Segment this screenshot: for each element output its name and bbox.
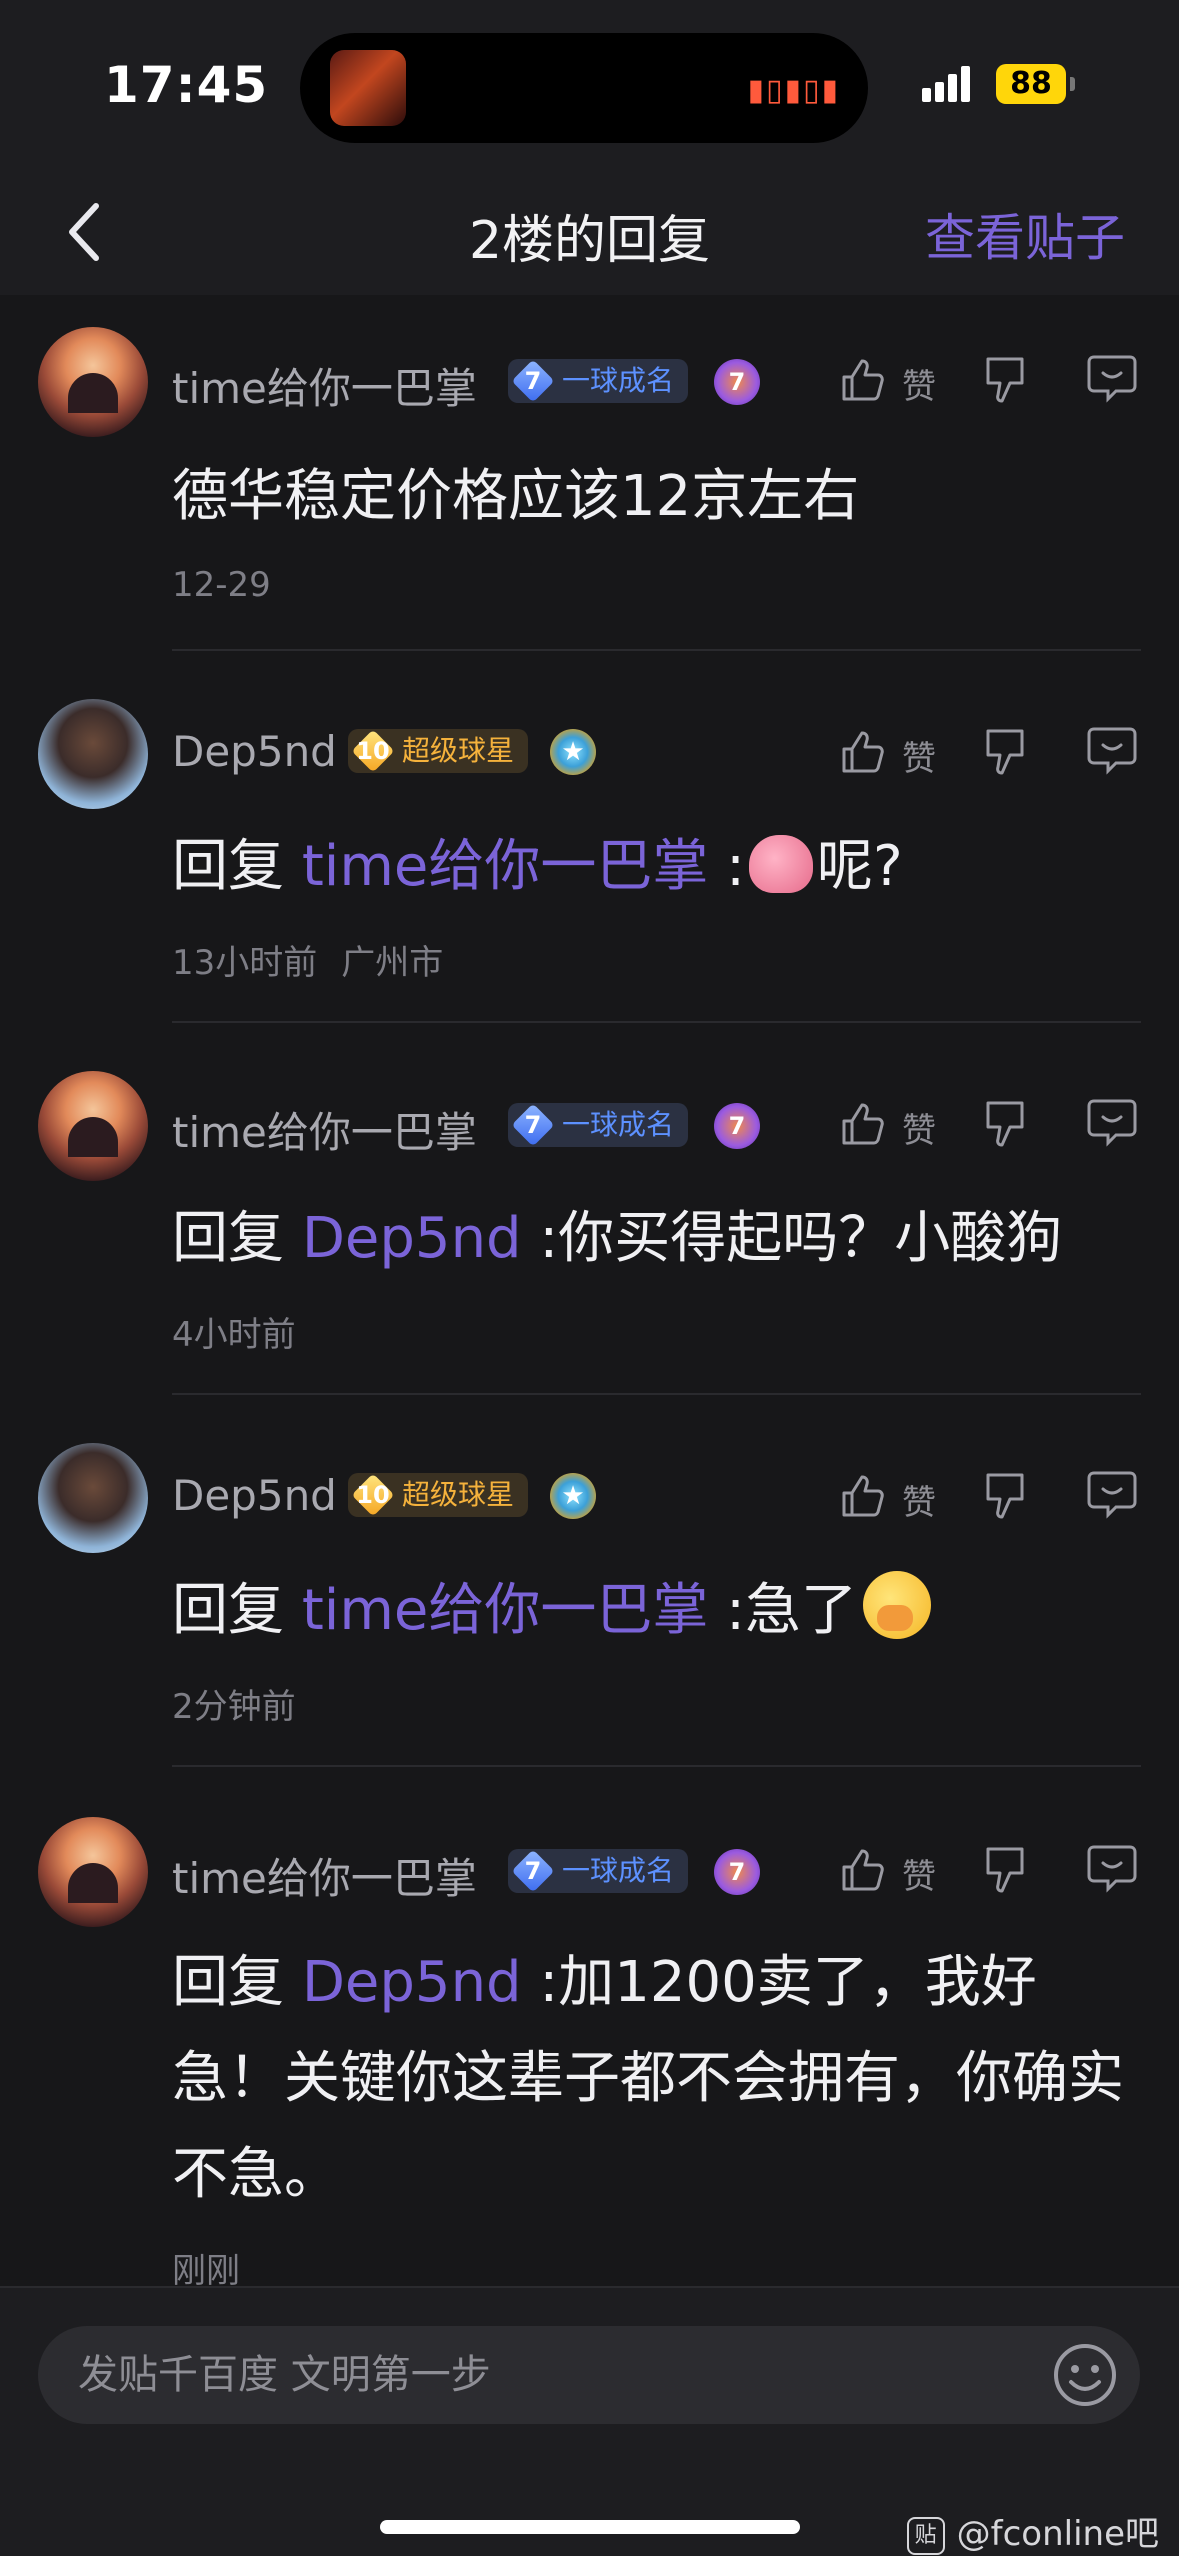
reply-time: 4小时前 bbox=[172, 1315, 296, 1355]
level-badge: 7 一球成名 bbox=[508, 1849, 689, 1893]
emoji-smile-icon[interactable] bbox=[1052, 2342, 1118, 2408]
home-indicator[interactable] bbox=[380, 2520, 800, 2534]
like-label[interactable]: 赞 bbox=[902, 1849, 936, 1898]
composer[interactable] bbox=[38, 2326, 1140, 2424]
view-post-link[interactable]: 查看贴子 bbox=[925, 198, 1125, 270]
like-label[interactable]: 赞 bbox=[902, 359, 936, 408]
medal-badge: 7 bbox=[714, 359, 760, 405]
avatar[interactable] bbox=[38, 1443, 148, 1553]
like-label[interactable]: 赞 bbox=[902, 1103, 936, 1152]
divider bbox=[172, 1765, 1141, 1767]
mention-link[interactable]: time给你一巴掌 bbox=[302, 834, 709, 899]
reply-content: 回复 time给你一巴掌 : 呢? bbox=[172, 834, 903, 899]
dislike-thumb-icon[interactable] bbox=[982, 1845, 1032, 1899]
composer-bar: 贴@fconline吧 bbox=[0, 2286, 1179, 2556]
reply-time: 刚刚 bbox=[172, 2251, 240, 2291]
like-thumb-icon[interactable] bbox=[838, 1845, 888, 1895]
like-thumb-icon[interactable] bbox=[838, 1471, 888, 1521]
dislike-thumb-icon[interactable] bbox=[982, 1471, 1032, 1525]
medal-badge: 7 bbox=[714, 1103, 760, 1149]
nav-bar: 2楼的回复 查看贴子 bbox=[0, 170, 1179, 295]
battery-icon: 88 bbox=[996, 64, 1075, 104]
mention-link[interactable]: Dep5nd bbox=[302, 1950, 522, 2015]
reply-item: time给你一巴掌 7 一球成名 7 赞 回复 Dep5nd :你买得起吗？小酸狗… bbox=[0, 1041, 1179, 1415]
level-badge: 7 一球成名 bbox=[508, 359, 689, 403]
divider bbox=[172, 1393, 1141, 1395]
divider bbox=[172, 649, 1141, 651]
audio-wave-icon: ▮▯▮▯▮ bbox=[747, 73, 840, 108]
star-medal-icon: ★ bbox=[550, 1473, 596, 1519]
like-thumb-icon[interactable] bbox=[838, 1099, 888, 1149]
status-bar: 17:45 ▮▯▮▯▮ 88 bbox=[0, 0, 1179, 170]
reply-time: 13小时前 bbox=[172, 943, 318, 983]
reply-content: 回复 Dep5nd :加1200卖了，我好急！关键你这辈子都不会拥有，你确实不急… bbox=[172, 1950, 1124, 2207]
username[interactable]: time给你一巴掌 bbox=[172, 1845, 477, 1906]
medal-badge: 7 bbox=[714, 1849, 760, 1895]
reply-item: time给你一巴掌 7 一球成名 7 赞 德华稳定价格应该12京左右 12-29 bbox=[0, 295, 1179, 669]
avatar[interactable] bbox=[38, 699, 148, 809]
watermark: 贴 @fconline吧 bbox=[906, 2506, 1159, 2555]
like-thumb-icon[interactable] bbox=[838, 727, 888, 777]
brain-emoji bbox=[749, 835, 814, 893]
signal-icon bbox=[922, 66, 974, 102]
reply-item: time给你一巴掌 7 一球成名 7 赞 回复 Dep5nd :加1200卖了，我… bbox=[0, 1785, 1179, 2291]
reply-time: 2分钟前 bbox=[172, 1687, 296, 1727]
comment-bubble-icon[interactable] bbox=[1086, 1843, 1138, 1893]
now-playing-thumbnail bbox=[330, 50, 406, 126]
username[interactable]: time给你一巴掌 bbox=[172, 1099, 477, 1160]
divider bbox=[172, 1021, 1141, 1023]
level-badge: 10 超级球星 bbox=[348, 729, 529, 773]
comment-bubble-icon[interactable] bbox=[1086, 725, 1138, 775]
level-badge: 7 一球成名 bbox=[508, 1103, 689, 1147]
mention-link[interactable]: Dep5nd bbox=[302, 1206, 522, 1271]
dislike-thumb-icon[interactable] bbox=[982, 727, 1032, 781]
level-badge: 10 超级球星 bbox=[348, 1473, 529, 1517]
reply-content: 回复 time给你一巴掌 :急了 bbox=[172, 1563, 1129, 1659]
avatar[interactable] bbox=[38, 1071, 148, 1181]
reply-meta: 2分钟前 bbox=[172, 1679, 296, 1728]
reply-meta: 刚刚 bbox=[172, 2243, 240, 2292]
like-label[interactable]: 赞 bbox=[902, 1475, 936, 1524]
avatar[interactable] bbox=[38, 327, 148, 437]
like-label[interactable]: 赞 bbox=[902, 731, 936, 780]
dislike-thumb-icon[interactable] bbox=[982, 1099, 1032, 1153]
reply-item: Dep5nd 10 超级球星 ★ 赞 回复 time给你一巴掌 :急了 2分钟前 bbox=[0, 1413, 1179, 1787]
reply-item: Dep5nd 10 超级球星 ★ 赞 回复 time给你一巴掌 : 呢? 13小时前… bbox=[0, 669, 1179, 1043]
hand-over-mouth-emoji bbox=[863, 1571, 932, 1639]
reply-input[interactable] bbox=[78, 2348, 978, 2402]
avatar[interactable] bbox=[38, 1817, 148, 1927]
comment-bubble-icon[interactable] bbox=[1086, 1469, 1138, 1519]
mention-link[interactable]: time给你一巴掌 bbox=[302, 1578, 709, 1643]
username[interactable]: time给你一巴掌 bbox=[172, 355, 477, 416]
username[interactable]: Dep5nd bbox=[172, 1471, 337, 1520]
star-medal-icon: ★ bbox=[550, 729, 596, 775]
dynamic-island[interactable]: ▮▯▮▯▮ bbox=[300, 33, 868, 143]
reply-location: 广州市 bbox=[341, 943, 444, 983]
comment-bubble-icon[interactable] bbox=[1086, 1097, 1138, 1147]
dislike-thumb-icon[interactable] bbox=[982, 355, 1032, 409]
like-thumb-icon[interactable] bbox=[838, 355, 888, 405]
status-time: 17:45 bbox=[104, 56, 269, 114]
reply-time: 12-29 bbox=[172, 565, 271, 605]
reply-content: 德华稳定价格应该12京左右 bbox=[172, 464, 860, 529]
reply-meta: 13小时前 广州市 bbox=[172, 935, 443, 984]
username[interactable]: Dep5nd bbox=[172, 727, 337, 776]
reply-meta: 4小时前 bbox=[172, 1307, 296, 1356]
reply-content: 回复 Dep5nd :你买得起吗？小酸狗 bbox=[172, 1206, 1063, 1271]
reply-meta: 12-29 bbox=[172, 565, 271, 605]
tieba-logo-icon: 贴 bbox=[906, 2516, 945, 2555]
comment-bubble-icon[interactable] bbox=[1086, 353, 1138, 403]
